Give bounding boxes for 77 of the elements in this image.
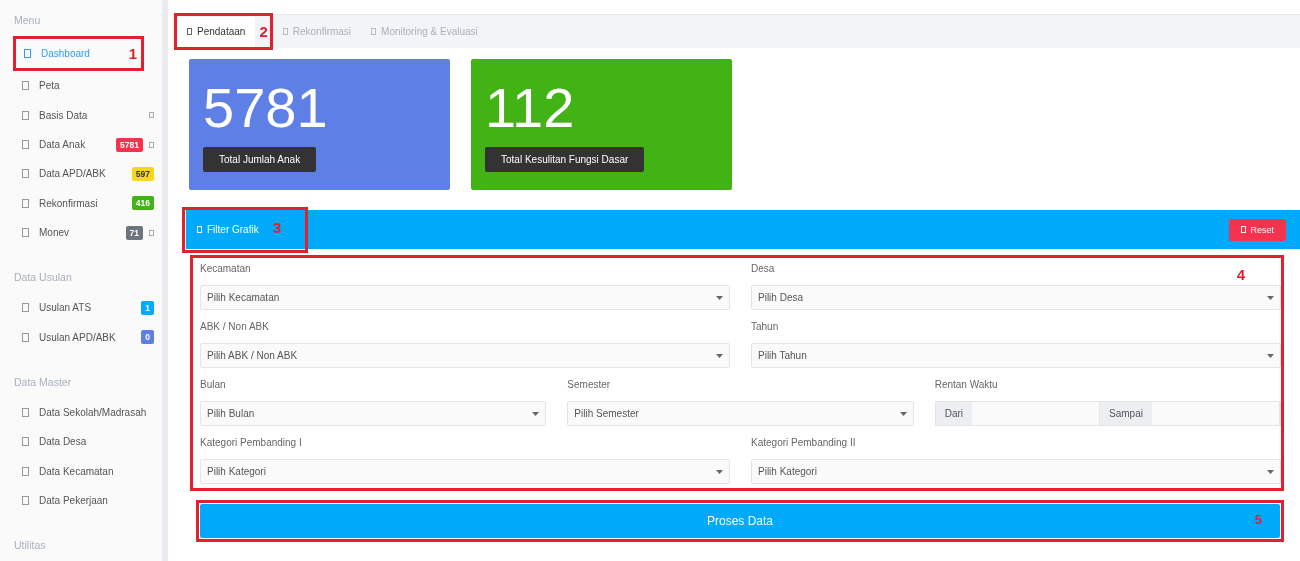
field-label: Semester: [567, 378, 611, 392]
square-icon: [24, 49, 31, 59]
select-field[interactable]: Pilih Kategori: [751, 459, 1281, 484]
caret-icon: [716, 353, 723, 358]
count-badge: 71: [125, 225, 143, 240]
sidebar-item[interactable]: Monev 71: [14, 217, 158, 248]
count-badge: 5781: [116, 137, 143, 152]
sidebar-item[interactable]: Data Desa: [14, 427, 158, 457]
annotation-number: 5: [1254, 512, 1262, 527]
caret-icon: [532, 411, 540, 416]
square-icon: [22, 407, 29, 417]
select-field[interactable]: Pilih ABK / Non ABK: [200, 343, 730, 368]
annotation-number: 3: [272, 218, 281, 236]
stat-value: 112: [485, 75, 575, 141]
sidebar-item[interactable]: Peta: [14, 71, 158, 101]
field-label: Kategori Pembanding II: [751, 436, 856, 450]
stat-label: Total Kesulitan Fungsi Dasar: [485, 147, 645, 172]
annotation-number: 2: [259, 23, 268, 40]
date-range-field[interactable]: Dari Sampai: [934, 401, 1281, 426]
select-field[interactable]: Pilih Bulan: [200, 401, 547, 426]
field-label: Bulan: [200, 378, 226, 392]
count-badge: 0: [141, 330, 154, 345]
square-icon: [22, 228, 29, 238]
sidebar-item[interactable]: Dashboard 1: [16, 38, 141, 69]
select-field[interactable]: Pilih Kategori: [200, 459, 730, 484]
select-field[interactable]: Pilih Desa: [751, 285, 1281, 310]
tab[interactable]: Pendataan: [177, 16, 256, 47]
filter-title: Filter Grafik: [185, 209, 269, 250]
section-title: Data Master: [14, 375, 73, 390]
stat-label: Total Jumlah Anak: [203, 147, 317, 172]
caret-icon: [716, 469, 723, 474]
square-icon: [22, 437, 29, 447]
sidebar-item[interactable]: Data Pekerjaan: [14, 485, 158, 516]
square-icon: [22, 495, 29, 505]
caret-icon: [716, 295, 723, 300]
square-icon: [22, 332, 29, 342]
field-label: ABK / Non ABK: [200, 320, 269, 334]
caret-icon: [1267, 353, 1274, 358]
annotation-number: 4: [1236, 266, 1245, 283]
caret-icon: [899, 411, 907, 416]
caret-icon: [1267, 469, 1274, 474]
stat-value: 5781: [203, 75, 328, 141]
sidebar-item[interactable]: Data Kecamatan: [14, 456, 158, 486]
sidebar-item[interactable]: Basis Data: [14, 100, 158, 130]
sidebar-item[interactable]: Data Anak 5781: [14, 129, 158, 160]
sidebar-item[interactable]: Data Sekolah/Madrasah: [14, 397, 158, 428]
reset-button[interactable]: Reset: [1229, 218, 1286, 241]
sidebar-item[interactable]: Data APD/ABK 597: [14, 159, 158, 189]
section-title: Utilitas: [14, 539, 47, 554]
square-icon: [22, 303, 29, 313]
square-icon: [22, 81, 29, 91]
section-title: Data Usulan: [14, 271, 73, 286]
field-label: Kategori Pembanding I: [200, 436, 302, 450]
square-icon: [22, 140, 29, 150]
field-label: Rentan Waktu: [934, 378, 998, 392]
square-icon: [22, 198, 29, 208]
square-icon: [187, 28, 192, 35]
count-badge: 416: [131, 196, 154, 211]
square-icon: [22, 169, 29, 179]
select-field[interactable]: Pilih Semester: [567, 401, 914, 426]
select-field[interactable]: Pilih Tahun: [751, 343, 1281, 368]
sidebar-item[interactable]: Usulan APD/ABK 0: [14, 322, 158, 352]
field-label: Desa: [751, 262, 775, 276]
caret-icon: [1267, 295, 1274, 300]
square-icon: [22, 466, 29, 476]
count-badge: 1: [141, 300, 154, 315]
sidebar-item[interactable]: Usulan ATS 1: [14, 293, 158, 323]
field-label: Kecamatan: [200, 262, 251, 276]
square-icon: [22, 110, 29, 120]
square-icon: [282, 28, 288, 35]
field-label: Tahun: [751, 320, 779, 334]
count-badge: 597: [131, 166, 154, 181]
section-title: Menu: [14, 14, 42, 28]
annotation-number: 1: [128, 45, 137, 63]
select-field[interactable]: Pilih Kecamatan: [200, 285, 730, 310]
square-icon: [371, 28, 377, 35]
sidebar-item[interactable]: Rekonfirmasi 416: [14, 188, 158, 218]
